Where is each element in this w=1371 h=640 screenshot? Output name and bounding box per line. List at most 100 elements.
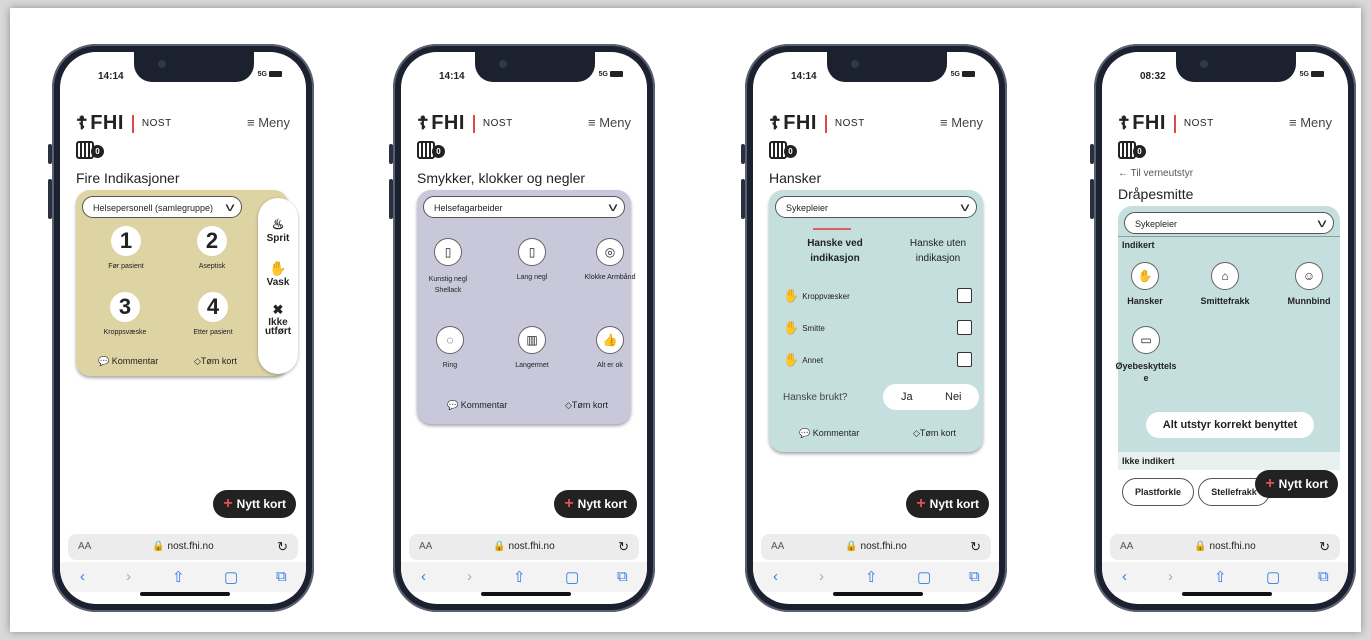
forward-icon[interactable]: › [819,568,824,585]
tabs-icon[interactable]: ⧉ [276,568,287,585]
menu-button[interactable]: ≡ Meny [1289,115,1332,130]
tabs-icon[interactable]: ⧉ [969,568,980,585]
glove-used-toggle: Ja Nei [883,384,979,410]
eraser-icon: ◇ [913,428,920,438]
menu-button[interactable]: ≡ Meny [247,115,290,130]
all-correct-button[interactable]: Alt utstyr korrekt benyttet [1146,412,1314,438]
share-icon[interactable]: ⇧ [1214,568,1227,586]
tabs-icon[interactable]: ⧉ [617,568,628,585]
fhi-logo[interactable]: ☦ FHI NOST [417,112,513,135]
reload-icon[interactable]: ↻ [618,539,629,555]
indication-2[interactable]: 2 Aseptisk [190,226,234,270]
role-select[interactable]: Helsefagarbeider v [423,196,625,218]
indication-3[interactable]: 3 Kroppsvæske [98,292,152,336]
notch [475,52,595,82]
card-counter-icon[interactable]: 0 [769,141,797,159]
card-counter-icon[interactable]: 0 [1118,141,1146,159]
new-card-button[interactable]: + Nytt kort [554,490,637,518]
yes-option[interactable]: Ja [901,391,913,403]
reload-icon[interactable]: ↻ [970,539,981,555]
checkbox-kroppvaesker[interactable] [957,288,972,303]
fhi-logo[interactable]: ☦ FHI NOST [1118,112,1214,135]
plus-icon: + [916,495,926,512]
back-link[interactable]: ← Til verneutstyr [1118,168,1193,179]
ppe-goggles[interactable]: ▭ Øyebeskyttels e [1114,326,1178,384]
card-counter-icon[interactable]: 0 [417,141,445,159]
share-icon[interactable]: ⇧ [513,568,526,586]
back-icon[interactable]: ‹ [80,568,85,585]
thumbs-up-icon: 👍 [596,326,624,354]
status-signal: 5G [599,71,623,78]
clear-card-button[interactable]: ◇Tøm kort [194,356,237,367]
tab-without-indication[interactable]: Hanske uten indikasjon [893,236,983,266]
clear-card-button[interactable]: ◇Tøm kort [913,428,956,439]
checkbox-smitte[interactable] [957,320,972,335]
ikke-utfort-button[interactable]: ✖ Ikke utført [258,302,298,337]
forward-icon[interactable]: › [467,568,472,585]
chevron-down-icon: v [1317,216,1327,230]
no-option[interactable]: Nei [945,391,962,403]
item-watch[interactable]: ◎ Klokke Armbånd [577,238,643,281]
reload-icon[interactable]: ↻ [277,539,288,555]
watch-icon: ◎ [596,238,624,266]
url-bar[interactable]: AA 🔒 nost.fhi.no ↻ [1110,534,1340,560]
card-counter-icon[interactable]: 0 [76,141,104,159]
back-icon[interactable]: ‹ [421,568,426,585]
tab-with-indication[interactable]: Hanske ved indikasjon [785,236,885,266]
role-select[interactable]: Sykepleier v [1124,212,1334,234]
bookmarks-icon[interactable]: ▢ [565,568,579,586]
comment-button[interactable]: 💬 Kommentar [98,356,158,367]
bookmarks-icon[interactable]: ▢ [917,568,931,586]
share-icon[interactable]: ⇧ [865,568,878,586]
url-bar[interactable]: AA 🔒 nost.fhi.no ↻ [761,534,991,560]
check-row-smitte[interactable]: ✋ Smitte [783,320,825,336]
notch [134,52,254,82]
menu-button[interactable]: ≡ Meny [940,115,983,130]
new-card-button[interactable]: + Nytt kort [906,490,989,518]
indication-1[interactable]: 1 Før pasient [106,226,146,270]
ppe-mask[interactable]: ☺ Munnbind [1276,262,1342,306]
back-icon[interactable]: ‹ [773,568,778,585]
item-all-ok[interactable]: 👍 Alt er ok [583,326,637,369]
vask-button[interactable]: ✋ Vask [258,260,298,288]
url-bar[interactable]: AA 🔒 nost.fhi.no ↻ [68,534,298,560]
menu-button[interactable]: ≡ Meny [588,115,631,130]
back-icon[interactable]: ‹ [1122,568,1127,585]
role-select[interactable]: Helsepersonell (samlegruppe) v [82,196,242,218]
new-card-button[interactable]: + Nytt kort [1255,470,1338,498]
ppe-plastic-apron[interactable]: Plastforkle [1122,478,1194,506]
canvas: 14:14 5G ☦ FHI NOST ≡ Meny 0 Fire Indikasj… [10,8,1361,632]
eraser-icon: ◇ [194,356,201,366]
item-artificial-nail[interactable]: ▯ Kunstig negl Shellack [419,238,477,296]
item-long-nail[interactable]: ▯ Lang negl [505,238,559,281]
comment-button[interactable]: 💬 Kommentar [447,400,507,411]
ppe-gloves[interactable]: ✋ Hansker [1120,262,1170,306]
url-bar[interactable]: AA 🔒 nost.fhi.no ↻ [409,534,639,560]
long-sleeve-icon: ▥ [518,326,546,354]
clear-card-button[interactable]: ◇Tøm kort [565,400,608,411]
share-icon[interactable]: ⇧ [172,568,185,586]
new-card-button[interactable]: + Nytt kort [213,490,296,518]
forward-icon[interactable]: › [1168,568,1173,585]
fhi-logo-icon: ☦ [769,113,782,133]
bookmarks-icon[interactable]: ▢ [1266,568,1280,586]
check-row-annet[interactable]: ✋ Annet [783,352,823,368]
comment-button[interactable]: 💬 Kommentar [799,428,859,439]
fhi-logo[interactable]: ☦ FHI NOST [76,112,172,135]
fhi-logo[interactable]: ☦ FHI NOST [769,112,865,135]
reload-icon[interactable]: ↻ [1319,539,1330,555]
comment-icon: 💬 [98,356,110,366]
bookmarks-icon[interactable]: ▢ [224,568,238,586]
indication-4[interactable]: 4 Etter pasient [186,292,240,336]
item-ring[interactable]: ◌ Ring [423,326,477,369]
tabs-icon[interactable]: ⧉ [1318,568,1329,585]
checkbox-annet[interactable] [957,352,972,367]
sprit-button[interactable]: ♨ Sprit [258,216,298,244]
check-row-kroppvaesker[interactable]: ✋ Kroppvæsker [783,288,850,304]
ppe-gown[interactable]: ⌂ Smittefrakk [1190,262,1260,306]
forward-icon[interactable]: › [126,568,131,585]
screen: 14:14 5G ☦ FHI NOST ≡ Meny 0 Fire Indikasj… [60,52,306,604]
role-select[interactable]: Sykepleier v [775,196,977,218]
chevron-down-icon: v [608,200,618,214]
item-long-sleeve[interactable]: ▥ Langermet [505,326,559,369]
